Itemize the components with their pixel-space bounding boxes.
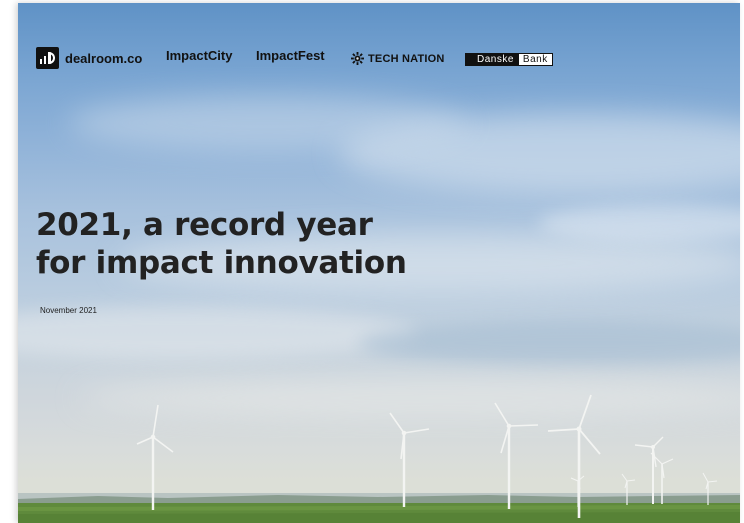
wind-turbine-icon: [389, 412, 430, 507]
report-date: November 2021: [40, 306, 97, 315]
dealroom-logo: dealroom.co: [36, 47, 142, 69]
gear-icon: [351, 52, 364, 65]
impactcity-logo: ImpactCity: [166, 48, 233, 63]
impactfest-logo: ImpactFest: [256, 48, 325, 63]
danske-logo-left: Danske: [465, 53, 518, 66]
wind-farm-landscape: [18, 394, 740, 523]
partner-logos: dealroom.co ImpactCity ImpactFest TECH N…: [18, 3, 740, 73]
report-cover: dealroom.co ImpactCity ImpactFest TECH N…: [18, 3, 740, 523]
dealroom-logo-text: dealroom.co: [65, 50, 143, 66]
technation-logo: TECH NATION: [351, 52, 445, 65]
danske-bank-logo: Danske Bank: [465, 53, 553, 66]
report-title-line-1: 2021, a record year: [36, 207, 373, 243]
danske-logo-right: Bank: [517, 53, 553, 66]
dealroom-logo-icon: [36, 47, 59, 69]
technation-logo-text: TECH NATION: [368, 52, 445, 65]
report-title-line-2: for impact innovation: [36, 245, 407, 281]
report-title: 2021, a record year for impact innovatio…: [36, 206, 407, 282]
